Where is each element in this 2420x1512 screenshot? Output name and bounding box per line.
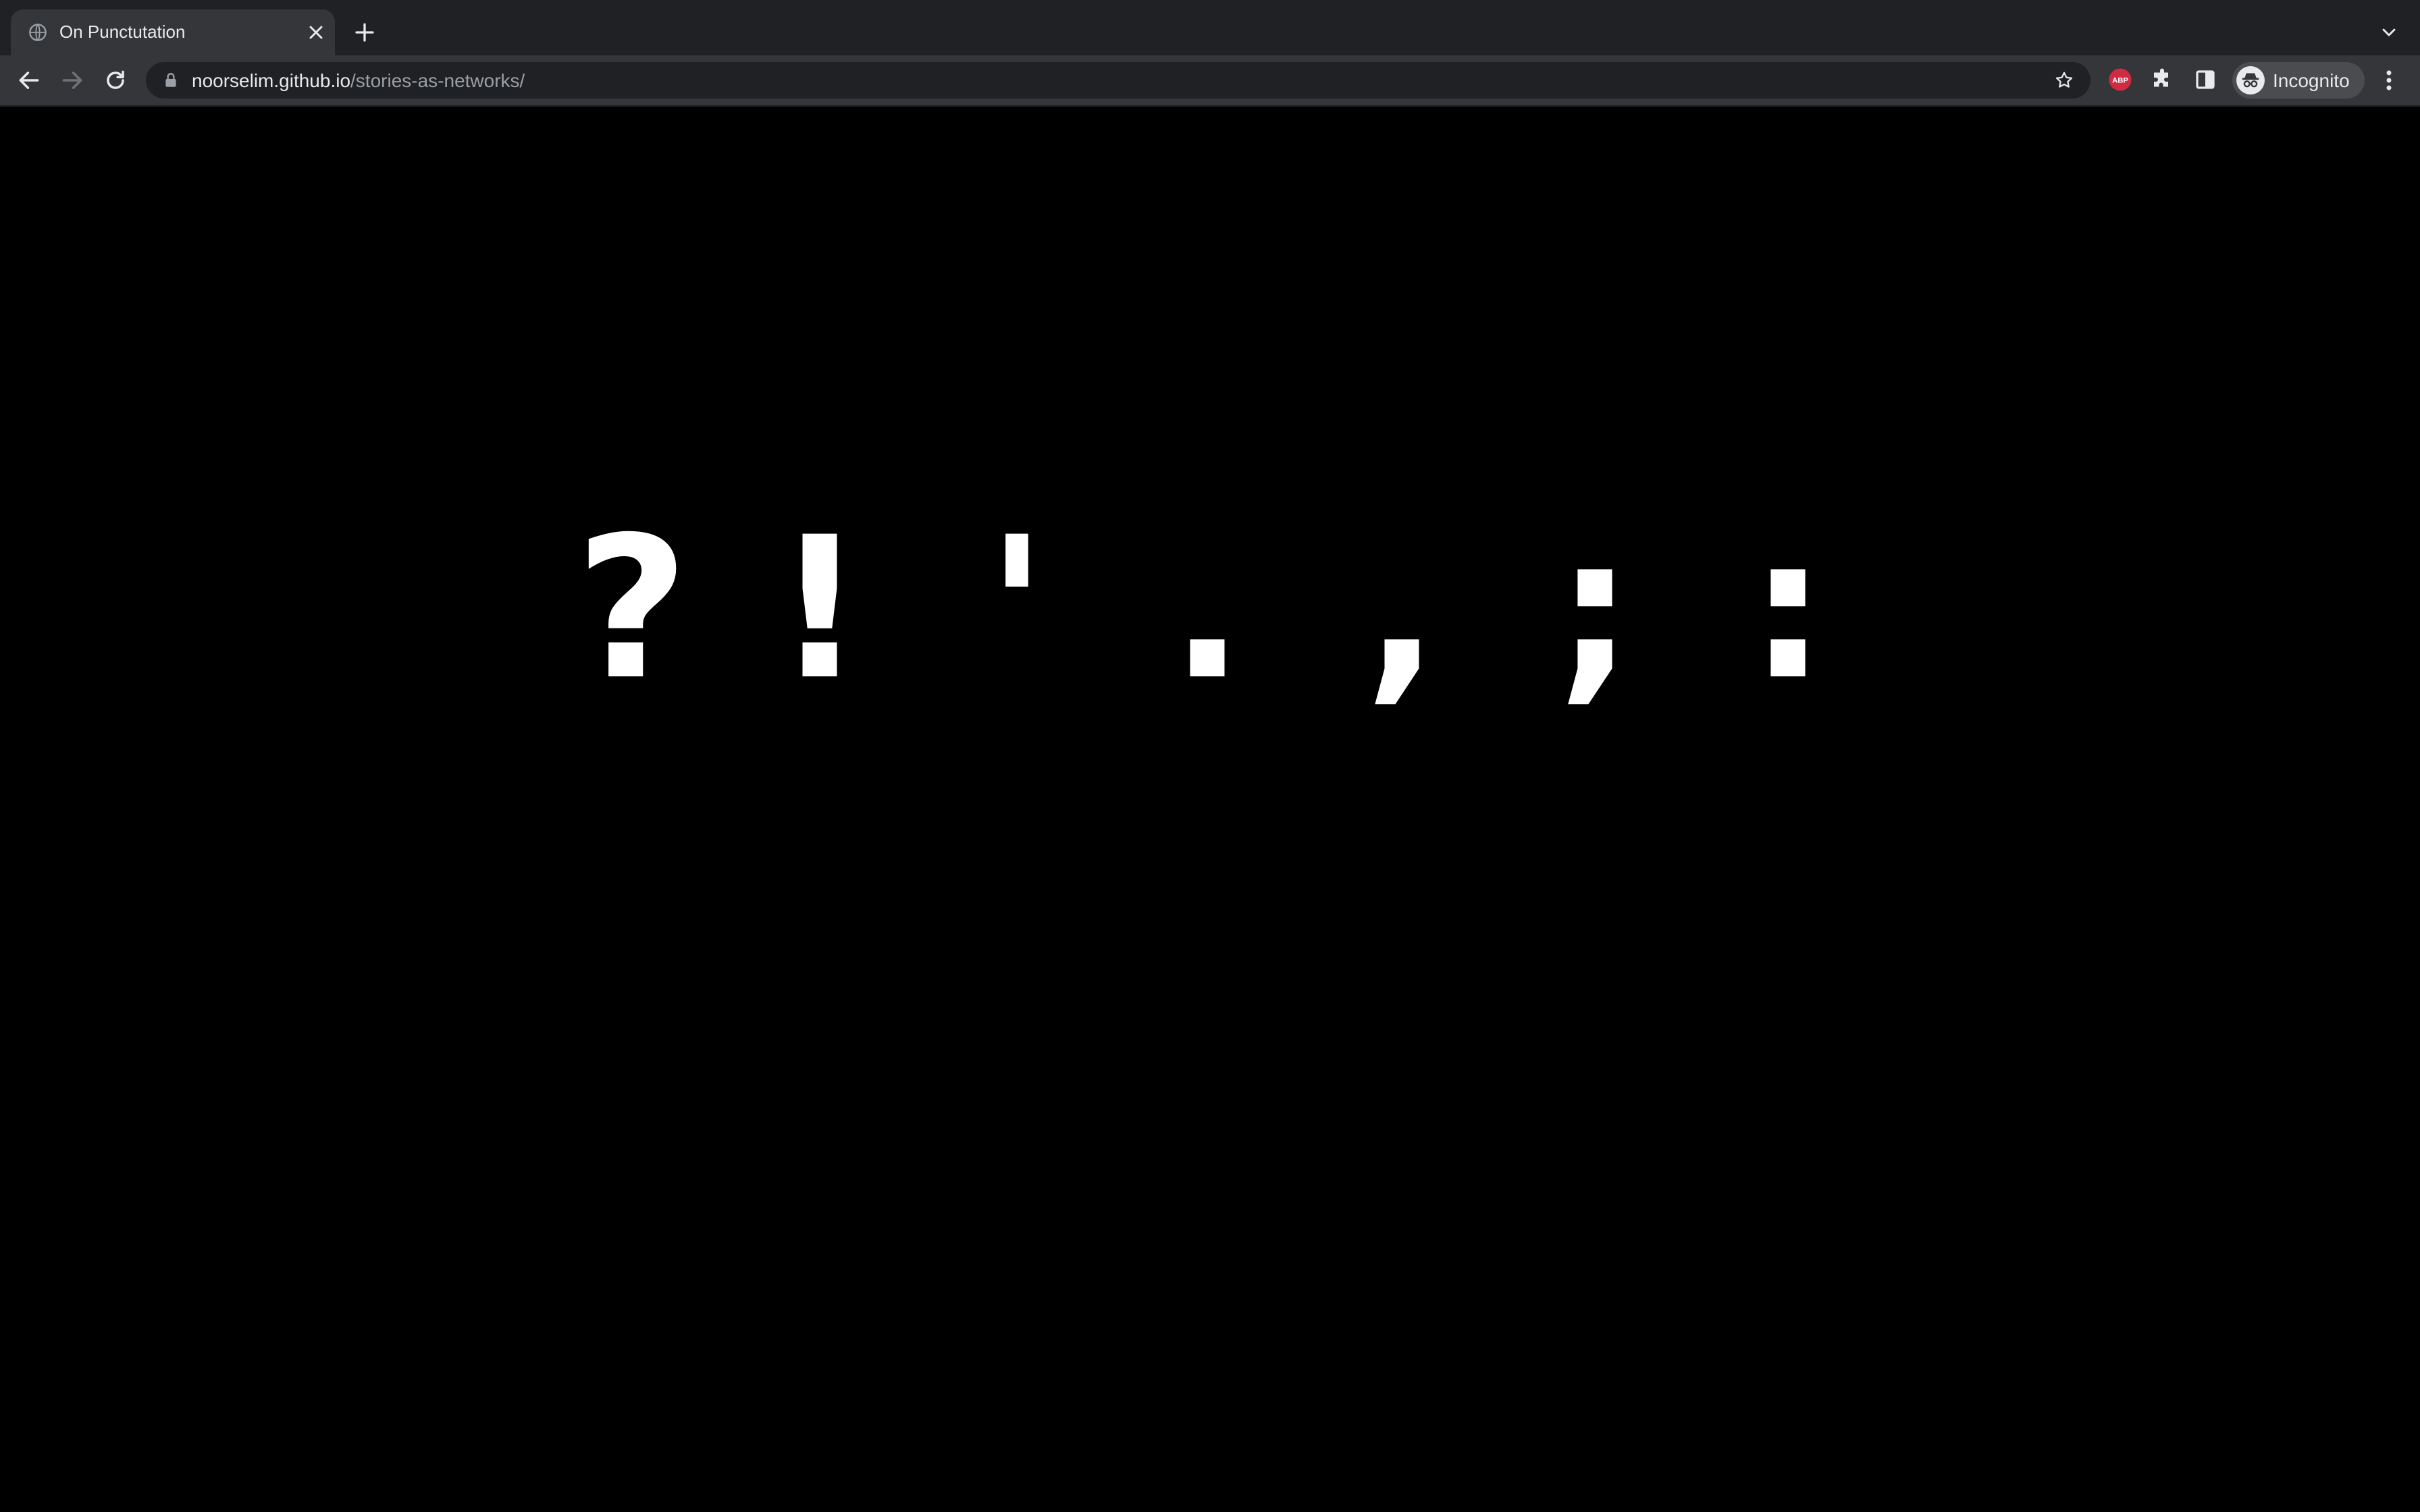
- extensions-puzzle-icon[interactable]: [2150, 68, 2174, 92]
- profile-label: Incognito: [2273, 70, 2350, 91]
- adblock-label: ABP: [2112, 77, 2128, 85]
- semicolon[interactable]: ;: [1527, 512, 1662, 707]
- forward-icon[interactable]: [59, 68, 85, 93]
- lock-icon[interactable]: [162, 72, 180, 89]
- period[interactable]: .: [1140, 512, 1275, 707]
- more-menu-icon[interactable]: [2381, 68, 2397, 93]
- question-mark[interactable]: ?: [564, 512, 700, 707]
- comma[interactable]: ,: [1334, 512, 1469, 707]
- browser-toolbar: noorselim.github.io/stories-as-networks/…: [0, 55, 2420, 107]
- page-content: ? ! ' . , ; :: [0, 107, 2420, 1512]
- tab-title: On Punctutation: [59, 22, 186, 42]
- globe-icon: [29, 24, 47, 41]
- colon[interactable]: :: [1720, 512, 1856, 707]
- back-icon[interactable]: [16, 68, 42, 93]
- browser-window: On Punctutation noorselim.github.io/stor…: [0, 0, 2420, 1512]
- close-tab-icon[interactable]: [305, 22, 327, 43]
- exclamation-mark[interactable]: !: [752, 512, 887, 707]
- tab-search-chevron-icon[interactable]: [2378, 22, 2400, 43]
- reload-icon[interactable]: [103, 68, 128, 93]
- apostrophe[interactable]: ': [949, 512, 1084, 707]
- url-host: noorselim.github.io: [192, 70, 351, 91]
- url-text[interactable]: noorselim.github.io/stories-as-networks/: [192, 70, 525, 92]
- side-panel-icon[interactable]: [2193, 68, 2217, 92]
- adblock-plus-icon[interactable]: ABP: [2108, 68, 2132, 92]
- tab-on-punctutation[interactable]: On Punctutation: [11, 9, 335, 55]
- address-bar[interactable]: noorselim.github.io/stories-as-networks/: [146, 62, 2090, 99]
- incognito-profile-button[interactable]: Incognito: [2232, 62, 2365, 99]
- url-path: /stories-as-networks/: [350, 70, 525, 91]
- incognito-icon: [2236, 66, 2265, 94]
- bookmark-star-icon[interactable]: [2054, 70, 2074, 90]
- tab-strip: On Punctutation: [0, 0, 2420, 55]
- new-tab-icon[interactable]: [352, 20, 377, 45]
